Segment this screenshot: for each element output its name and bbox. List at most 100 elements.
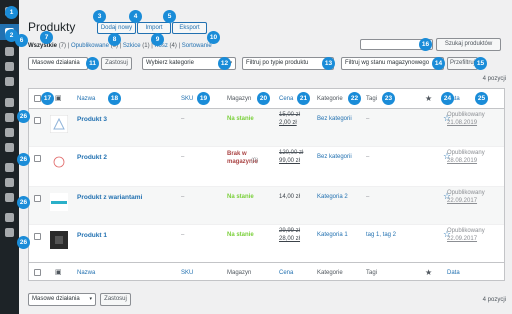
column-stock: Magazyn <box>227 96 252 102</box>
settings-icon[interactable] <box>5 163 14 172</box>
apply-button[interactable]: Zastosuj <box>101 57 132 70</box>
product-name-link[interactable]: Produkt 2 <box>77 154 107 161</box>
post-date: 21.08.2019 <box>447 120 478 126</box>
select-all-checkbox[interactable] <box>34 95 41 102</box>
tags-value: – <box>366 194 370 200</box>
stock-status-select[interactable]: Filtruj wg stanu magazynowego <box>341 57 444 70</box>
filter-drafts[interactable]: Szkice <box>123 43 141 49</box>
column-date-footer[interactable]: Data <box>447 270 460 276</box>
product-thumbnail[interactable] <box>50 115 68 133</box>
admin-sidebar <box>0 0 19 314</box>
sku-value: – <box>181 154 185 160</box>
price: 14,00 zł <box>279 194 301 200</box>
annotation-badge: 20 <box>257 92 270 105</box>
row-checkbox[interactable] <box>34 155 41 162</box>
table-row: Produkt 2 – Brak w magazynie (0) 120,00 … <box>29 147 504 187</box>
annotation-badge: 11 <box>86 57 99 70</box>
product-name-link[interactable]: Produkt z wariantami <box>77 194 142 201</box>
select-all-checkbox-footer[interactable] <box>34 269 41 276</box>
tags-links[interactable]: tag 1, tag 2 <box>366 232 396 238</box>
annotation-badge: 12 <box>218 57 231 70</box>
regular-price: 15,00 zł <box>279 112 301 118</box>
product-thumbnail[interactable] <box>50 153 68 171</box>
column-tags-footer: Tagi <box>366 270 378 276</box>
annotation-badge: 16 <box>419 38 432 51</box>
featured-column-icon-footer: ★ <box>425 268 433 277</box>
row-checkbox[interactable] <box>34 195 41 202</box>
image-column-icon: ▣ <box>55 95 62 102</box>
plugin-icon[interactable] <box>5 193 14 202</box>
featured-column-icon: ★ <box>425 94 433 103</box>
import-button[interactable]: Import <box>137 22 171 34</box>
sale-price: 99,00 zł <box>279 158 301 164</box>
analytics-icon[interactable] <box>5 47 14 56</box>
category-link[interactable]: Bez kategorii <box>317 154 352 160</box>
product-name-link[interactable]: Produkt 1 <box>77 232 107 239</box>
page-title: Produkty <box>28 20 76 34</box>
annotation-badge: 3 <box>93 10 106 23</box>
row-checkbox[interactable] <box>34 233 41 240</box>
product-type-select[interactable]: Filtruj po typie produktu▾ <box>242 57 334 70</box>
filter-published[interactable]: Opublikowane <box>71 43 109 49</box>
appearance-icon[interactable] <box>5 98 14 107</box>
column-sku-footer[interactable]: SKU <box>181 270 193 276</box>
post-status: Opublikowany <box>447 112 485 118</box>
bulk-actions-select[interactable]: Masowe działania <box>28 57 88 70</box>
table-row: Produkt 1 – Na stanie 29,99 zł 28,00 zł … <box>29 225 504 263</box>
annotation-badge: 26 <box>17 236 30 249</box>
column-price-footer[interactable]: Cena <box>279 270 293 276</box>
search-icon[interactable] <box>5 213 14 222</box>
filter-all-count: (7) <box>58 43 67 49</box>
annotation-badge: 17 <box>41 92 54 105</box>
users-icon[interactable] <box>5 128 14 137</box>
annotation-badge: 9 <box>151 33 164 46</box>
apply-button-bottom[interactable]: Zastosuj <box>100 293 131 306</box>
column-price[interactable]: Cena <box>279 96 293 102</box>
stock-status: Brak w magazynie <box>227 151 258 165</box>
annotation-badge: 26 <box>17 153 30 166</box>
export-button[interactable]: Eksport <box>172 22 207 34</box>
annotation-badge: 23 <box>382 92 395 105</box>
collapse-menu-icon[interactable] <box>5 228 14 237</box>
product-thumbnail[interactable] <box>50 231 68 249</box>
product-name-link[interactable]: Produkt 3 <box>77 116 107 123</box>
post-status: Opublikowany <box>447 190 485 196</box>
column-stock-footer: Magazyn <box>227 270 252 276</box>
annotation-badge: 25 <box>475 92 488 105</box>
category-link[interactable]: Kategoria 2 <box>317 194 348 200</box>
post-date: 28.08.2019 <box>447 158 478 164</box>
product-thumbnail[interactable] <box>50 193 68 211</box>
column-categories-footer: Kategorie <box>317 270 343 276</box>
regular-price: 120,00 zł <box>279 150 304 156</box>
sale-price: 2,00 zł <box>279 120 297 126</box>
column-sku[interactable]: SKU <box>181 96 193 102</box>
row-checkbox[interactable] <box>34 117 41 124</box>
filter-trash-count: (4) <box>169 43 177 49</box>
post-status: Opublikowany <box>447 150 485 156</box>
column-name-footer[interactable]: Nazwa <box>77 270 95 276</box>
marketing-icon[interactable] <box>5 62 14 71</box>
bulk-actions-select-bottom[interactable]: Masowe działania ▾ <box>28 293 96 306</box>
filter-all[interactable]: Wszystkie <box>28 43 57 49</box>
category-link[interactable]: Kategoria 1 <box>317 232 348 238</box>
status-filters: Wszystkie (7) | Opublikowane (6) | Szkic… <box>28 43 212 49</box>
extra-icon[interactable] <box>5 178 14 187</box>
items-count-bottom: 4 pozycji <box>482 297 506 303</box>
sale-price: 28,00 zł <box>279 236 301 242</box>
media-icon[interactable] <box>5 77 14 86</box>
annotation-badge: 5 <box>163 10 176 23</box>
main-content: Produkty Dodaj nowy Import Eksport Wszys… <box>5 0 512 314</box>
annotation-badge: 18 <box>108 92 121 105</box>
plugins-icon[interactable] <box>5 113 14 122</box>
category-link[interactable]: Bez kategorii <box>317 116 352 122</box>
regular-price: 29,99 zł <box>279 228 301 234</box>
column-name[interactable]: Nazwa <box>77 96 95 102</box>
filter-sorting[interactable]: Sortowanie <box>182 43 212 49</box>
add-new-button[interactable]: Dodaj nowy <box>97 22 136 34</box>
search-products-button[interactable]: Szukaj produktów <box>436 38 501 51</box>
annotation-badge: 24 <box>441 92 454 105</box>
annotation-badge: 7 <box>40 31 53 44</box>
tools-icon[interactable] <box>5 143 14 152</box>
image-column-icon: ▣ <box>55 269 62 276</box>
table-footer: ▣ Nazwa SKU Magazyn Cena Kategorie Tagi … <box>29 262 504 282</box>
